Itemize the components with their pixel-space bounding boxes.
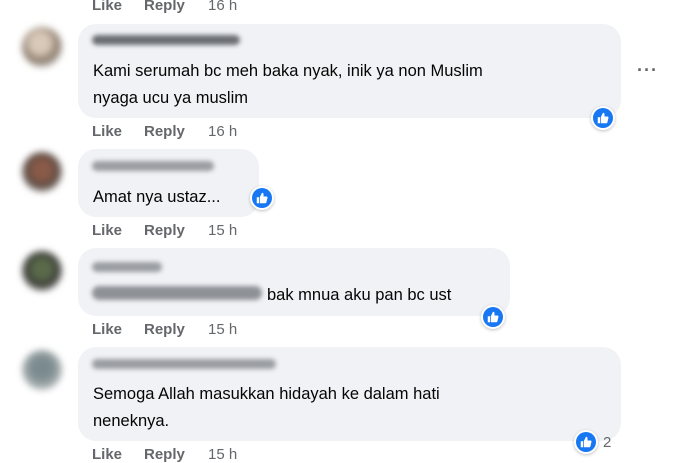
like-thumb-icon [576,432,596,452]
like-button[interactable]: Like [92,222,144,239]
commenter-name[interactable] [92,262,162,272]
commenter-name[interactable] [92,359,276,369]
like-button[interactable]: Like [92,321,144,338]
comment-text-line: nyaga ucu ya muslim [93,89,248,107]
avatar[interactable] [22,152,62,192]
reply-button[interactable]: Reply [144,321,208,338]
comment-actions: Like Reply 15 h [92,222,237,239]
timestamp[interactable]: 15 h [208,446,237,463]
timestamp[interactable]: 16 h [208,0,237,14]
reaction-badge[interactable] [591,106,615,130]
like-button[interactable]: Like [92,0,144,14]
reply-button[interactable]: Reply [144,0,208,14]
reply-button[interactable]: Reply [144,222,208,239]
commenter-name[interactable] [92,161,214,171]
comment-text-line: Kami serumah bc meh baka nyak, inik ya n… [93,62,483,80]
comment-actions: Like Reply 15 h [92,446,237,463]
commenter-name[interactable] [92,35,240,45]
like-thumb-icon [252,188,272,208]
like-thumb-icon [593,108,613,128]
reaction-badge[interactable] [250,186,274,210]
reaction-badge[interactable] [574,430,598,454]
reply-button[interactable]: Reply [144,123,208,140]
timestamp[interactable]: 15 h [208,222,237,239]
comment-actions: Like Reply 16 h [92,123,237,140]
avatar[interactable] [22,350,62,390]
comment-text-line: Amat nya ustaz... [93,188,221,206]
reply-button[interactable]: Reply [144,446,208,463]
timestamp[interactable]: 15 h [208,321,237,338]
comment-text-line: Semoga Allah masukkan hidayah ke dalam h… [93,385,440,403]
more-options-icon[interactable]: ··· [637,60,658,81]
comment-actions: Like Reply 15 h [92,321,237,338]
reaction-badge[interactable] [481,305,505,329]
comment-text-line: neneknya. [93,412,170,430]
mentioned-user-tag[interactable] [92,286,262,300]
comment-text-line: bak mnua aku pan bc ust [267,286,452,304]
avatar[interactable] [22,251,62,291]
reaction-count[interactable]: 2 [603,434,611,451]
like-button[interactable]: Like [92,123,144,140]
like-thumb-icon [483,307,503,327]
comment-actions: Like Reply 16 h [92,0,237,14]
avatar[interactable] [22,27,62,67]
like-button[interactable]: Like [92,446,144,463]
timestamp[interactable]: 16 h [208,123,237,140]
